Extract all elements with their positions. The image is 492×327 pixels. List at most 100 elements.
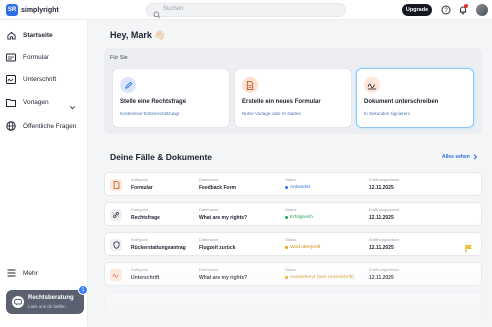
public-questions-icon bbox=[6, 121, 16, 131]
name-value: Feedback Form bbox=[199, 185, 236, 191]
signature-icon bbox=[364, 77, 380, 93]
see-all-link[interactable]: Alles sehen bbox=[442, 154, 478, 160]
cell-name: Dateiname What are my rights? bbox=[199, 207, 247, 221]
sidebar-item-oeffentliche-fragen[interactable]: Öffentliche Fragen bbox=[6, 119, 82, 133]
name-value: What are my rights? bbox=[199, 215, 248, 221]
cell-date: Eröffnungsdatum 12.11.2025 bbox=[369, 207, 399, 221]
link-icon bbox=[110, 209, 122, 221]
home-icon bbox=[6, 30, 16, 40]
name-value: Flugzeit zurück bbox=[199, 245, 236, 251]
table-row[interactable]: Kategorie Rechtsfrage Dateiname What are… bbox=[104, 202, 482, 226]
table-row[interactable]: Kategorie Formular Dateiname Feedback Fo… bbox=[104, 172, 482, 196]
status-badge: Erfolgreich bbox=[290, 215, 313, 220]
cell-status: Status Antwortet bbox=[285, 177, 310, 190]
card-title: Dokument unterschreiben bbox=[364, 99, 439, 105]
cell-status: Status Wird überprüft bbox=[285, 237, 320, 250]
status-dot bbox=[285, 186, 288, 189]
help-subtitle: Lass uns dir helfen bbox=[28, 304, 66, 309]
for-you-label: Für Sie bbox=[110, 55, 128, 61]
header-category: Kategorie bbox=[131, 177, 149, 182]
sidebar-item-unterschrift[interactable]: Unterschrift bbox=[6, 72, 82, 86]
chat-icon bbox=[12, 296, 24, 308]
flag-icon[interactable] bbox=[465, 240, 473, 258]
menu-icon bbox=[6, 268, 16, 278]
upgrade-button[interactable]: Upgrade bbox=[402, 4, 432, 16]
sidebar-item-vorlagen[interactable]: Vorlagen bbox=[6, 95, 82, 110]
bell-icon[interactable] bbox=[457, 4, 469, 16]
logo-badge: SR bbox=[6, 4, 18, 16]
date-value: 12.11.2025 bbox=[369, 215, 394, 221]
header-date: Eröffnungsdatum bbox=[369, 177, 400, 182]
sidebar-item-label: Formular bbox=[23, 53, 50, 61]
cell-category: Kategorie Unterschrift bbox=[131, 267, 159, 281]
chevron-down-icon[interactable] bbox=[69, 98, 76, 116]
sidebar: Startseite Formular Unterschrift Vorlage… bbox=[0, 20, 88, 327]
signature-icon bbox=[110, 269, 122, 281]
header-status: Status bbox=[285, 267, 297, 272]
cell-name: Dateiname Feedback Form bbox=[199, 177, 236, 191]
logo[interactable]: SR simplyright bbox=[6, 4, 59, 16]
cell-category: Kategorie Rückerstattungsantrag bbox=[131, 237, 186, 251]
card-subtitle: Nutze Vorlage oder KI starten bbox=[242, 111, 302, 116]
sidebar-item-startseite[interactable]: Startseite bbox=[6, 28, 82, 42]
legal-help-card[interactable]: Rechtsberatung Lass uns dir helfen 1 bbox=[6, 285, 88, 314]
header-status: Status bbox=[285, 237, 297, 242]
form-icon bbox=[6, 52, 16, 62]
header-category: Kategorie bbox=[131, 267, 149, 272]
help-icon[interactable]: ? bbox=[440, 4, 452, 16]
header-name: Dateiname bbox=[199, 207, 219, 212]
folder-icon bbox=[6, 97, 16, 107]
table-row[interactable] bbox=[104, 292, 482, 316]
cell-date: Eröffnungsdatum 12.11.2025 bbox=[369, 237, 399, 251]
card-subtitle: In Sekunden signieren! bbox=[364, 111, 411, 116]
date-value: 12.11.2025 bbox=[369, 185, 394, 191]
status-badge: Antwortet bbox=[290, 185, 311, 190]
header-name: Dateiname bbox=[199, 177, 219, 182]
date-value: 12.11.2025 bbox=[369, 245, 394, 251]
section-title: Deine Fälle & Dokumente bbox=[110, 152, 213, 162]
greeting: Hey, Mark 👋🏻 bbox=[110, 30, 166, 40]
sidebar-item-formular[interactable]: Formular bbox=[6, 50, 82, 64]
cell-name: Dateiname Flugzeit zurück bbox=[199, 237, 235, 251]
card-legal-question[interactable]: Stelle eine Rechtsfrage Kostenlose Erste… bbox=[112, 68, 230, 128]
header-name: Dateiname bbox=[199, 267, 219, 272]
table-row[interactable]: Kategorie Unterschrift Dateiname What ar… bbox=[104, 262, 482, 286]
header-date: Eröffnungsdatum bbox=[369, 207, 400, 212]
header-date: Eröffnungsdatum bbox=[369, 237, 400, 242]
cell-date: Eröffnungsdatum 12.11.2025 bbox=[369, 177, 399, 191]
cell-status: Status Erfolgreich bbox=[285, 207, 313, 220]
cell-status: Status Ausstehend (Seit Unterschrift) bbox=[285, 267, 354, 280]
app-name: simplyright bbox=[21, 6, 59, 14]
card-new-form[interactable]: Erstelle ein neues Formular Nutze Vorlag… bbox=[234, 68, 352, 128]
category-value: Unterschrift bbox=[131, 275, 160, 281]
sidebar-item-label: Vorlagen bbox=[23, 98, 49, 106]
notification-dot bbox=[464, 4, 468, 8]
category-value: Rückerstattungsantrag bbox=[131, 245, 186, 251]
chevron-right-icon bbox=[473, 154, 478, 160]
document-icon bbox=[242, 77, 258, 93]
cell-name: Dateiname What are my rights? bbox=[199, 267, 247, 281]
sidebar-item-mehr[interactable]: Mehr bbox=[6, 266, 82, 280]
header-category: Kategorie bbox=[131, 237, 149, 242]
document-icon bbox=[110, 179, 122, 191]
card-sign-document[interactable]: Dokument unterschreiben In Sekunden sign… bbox=[356, 68, 474, 128]
category-value: Rechtsfrage bbox=[131, 215, 160, 221]
search-box[interactable]: Suchen bbox=[146, 3, 346, 19]
search-icon bbox=[153, 6, 161, 24]
see-all-label: Alles sehen bbox=[442, 154, 470, 160]
table-row[interactable]: Kategorie Rückerstattungsantrag Dateinam… bbox=[104, 232, 482, 256]
name-value: What are my rights? bbox=[199, 275, 248, 281]
status-dot bbox=[285, 246, 288, 249]
card-title: Stelle eine Rechtsfrage bbox=[120, 99, 187, 105]
sidebar-item-label: Startseite bbox=[23, 31, 53, 39]
top-bar: SR simplyright Suchen Upgrade ? bbox=[0, 0, 492, 20]
status-badge: Ausstehend (Seit Unterschrift) bbox=[290, 275, 354, 280]
help-title: Rechtsberatung bbox=[28, 295, 74, 301]
header-status: Status bbox=[285, 177, 297, 182]
sidebar-item-label: Unterschrift bbox=[23, 75, 57, 83]
cell-category: Kategorie Formular bbox=[131, 177, 153, 191]
avatar[interactable] bbox=[476, 4, 488, 16]
shield-icon bbox=[110, 239, 122, 251]
sidebar-item-label: Öffentliche Fragen bbox=[23, 122, 77, 130]
search-placeholder: Suchen bbox=[163, 6, 184, 12]
